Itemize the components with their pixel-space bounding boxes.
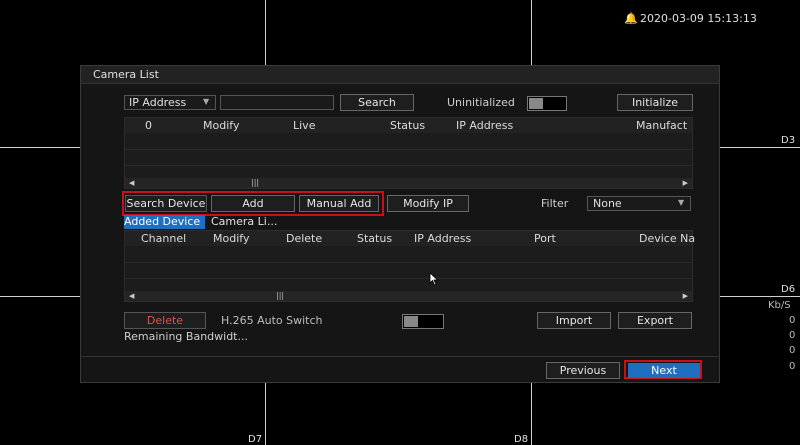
camera-list-dialog: Camera List IP Address ▼ Search Uninitia… xyxy=(80,65,720,383)
column-header: Manufact xyxy=(636,119,688,132)
dialog-title-bar: Camera List xyxy=(81,66,719,84)
export-button[interactable]: Export xyxy=(618,312,692,329)
tab-added-device[interactable]: Added Device xyxy=(124,215,205,229)
table-row xyxy=(125,278,692,279)
column-header: Delete xyxy=(286,232,323,245)
search-input[interactable] xyxy=(220,95,334,110)
column-header: Status xyxy=(390,119,426,132)
filter-select-value: None xyxy=(593,197,622,210)
column-header: Device Na xyxy=(639,232,696,245)
chevron-down-icon: ▼ xyxy=(678,198,685,207)
previous-button[interactable]: Previous xyxy=(546,362,620,379)
mouse-cursor-icon xyxy=(429,272,439,286)
grid-line xyxy=(0,147,80,148)
remaining-bandwidth-label: Remaining Bandwidt... xyxy=(124,330,248,343)
column-header: Channel xyxy=(141,232,187,245)
datetime: 2020-03-09 15:13:13 xyxy=(640,12,757,25)
horizontal-scrollbar[interactable]: ◀ ||| ▶ xyxy=(125,178,692,188)
scroll-left-icon[interactable]: ◀ xyxy=(129,178,134,188)
column-header: Modify xyxy=(213,232,250,245)
manual-add-button[interactable]: Manual Add xyxy=(299,195,379,212)
bell-icon: 🔔 xyxy=(624,12,638,25)
h265-auto-switch-label: H.265 Auto Switch xyxy=(221,314,323,327)
rate-value: 0 xyxy=(789,330,796,341)
delete-button[interactable]: Delete xyxy=(124,312,206,329)
uninitialized-label: Uninitialized xyxy=(447,96,515,109)
column-header: IP Address xyxy=(456,119,514,132)
device-table: 0 Modify Live Status IP Address Manufact… xyxy=(124,117,693,189)
channel-label-d6: D6 xyxy=(781,284,796,295)
search-device-button[interactable]: Search Device xyxy=(125,195,207,212)
table-row xyxy=(125,149,692,150)
column-header: 0 xyxy=(145,119,152,132)
dialog-title: Camera List xyxy=(93,68,159,81)
rate-label: Kb/S xyxy=(768,300,791,311)
filter-select[interactable]: None ▼ xyxy=(587,196,691,211)
next-button[interactable]: Next xyxy=(628,363,700,378)
modify-ip-button[interactable]: Modify IP xyxy=(387,195,469,212)
uninitialized-toggle[interactable] xyxy=(527,96,567,111)
device-table-header: 0 Modify Live Status IP Address Manufact xyxy=(125,118,692,133)
grid-line xyxy=(531,0,532,65)
grid-line xyxy=(718,147,800,148)
table-row xyxy=(125,262,692,263)
scroll-right-icon[interactable]: ▶ xyxy=(683,291,688,301)
grid-line xyxy=(0,296,80,297)
rate-value: 0 xyxy=(789,345,796,356)
scroll-grip-icon[interactable]: ||| xyxy=(251,179,259,187)
ip-address-select[interactable]: IP Address ▼ xyxy=(124,95,216,110)
grid-line xyxy=(265,0,266,65)
filter-label: Filter xyxy=(541,197,569,210)
column-header: Live xyxy=(293,119,316,132)
column-header: IP Address xyxy=(414,232,472,245)
channel-label-d7: D7 xyxy=(248,434,263,445)
added-device-table-header: Channel Modify Delete Status IP Address … xyxy=(125,231,696,246)
tab-camera-list[interactable]: Camera Li... xyxy=(211,215,277,229)
grid-line xyxy=(265,381,266,445)
import-button[interactable]: Import xyxy=(537,312,611,329)
add-button[interactable]: Add xyxy=(211,195,295,212)
rate-value: 0 xyxy=(789,315,796,326)
search-button[interactable]: Search xyxy=(340,94,414,111)
channel-label-d8: D8 xyxy=(514,434,529,445)
column-header: Port xyxy=(534,232,556,245)
column-header: Modify xyxy=(203,119,240,132)
channel-label-d3: D3 xyxy=(781,135,796,146)
table-row xyxy=(125,165,692,166)
ip-address-select-value: IP Address xyxy=(129,96,187,109)
column-header: Status xyxy=(357,232,393,245)
scroll-left-icon[interactable]: ◀ xyxy=(129,291,134,301)
h265-auto-switch-toggle[interactable] xyxy=(402,314,444,329)
scroll-grip-icon[interactable]: ||| xyxy=(276,292,284,300)
footer-divider xyxy=(81,356,719,357)
toggle-knob xyxy=(529,98,543,109)
toggle-knob xyxy=(404,316,418,327)
rate-value: 0 xyxy=(789,361,796,372)
scroll-right-icon[interactable]: ▶ xyxy=(683,178,688,188)
grid-line xyxy=(718,296,800,297)
chevron-down-icon: ▼ xyxy=(203,97,210,106)
added-device-table: Channel Modify Delete Status IP Address … xyxy=(124,230,696,302)
initialize-button[interactable]: Initialize xyxy=(617,94,693,111)
horizontal-scrollbar[interactable]: ◀ ||| ▶ xyxy=(125,291,692,301)
grid-line xyxy=(531,381,532,445)
